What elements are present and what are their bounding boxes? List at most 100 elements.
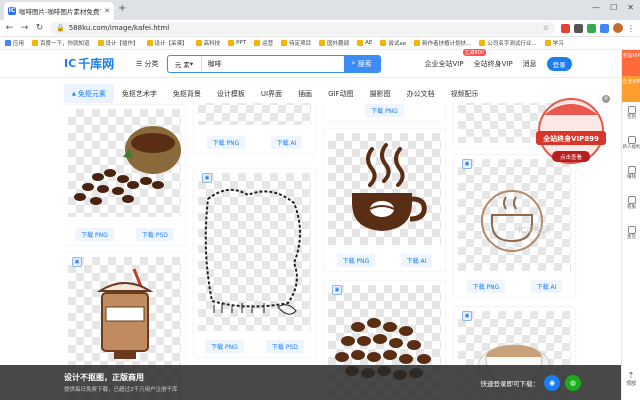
browser-tab[interactable]: IC 咖啡图片-咖啡图片素材免费下载 ✕	[4, 2, 114, 20]
bookmark-item[interactable]: 应用	[5, 39, 24, 47]
enterprise-vip-link[interactable]: 企业全站VIP	[425, 59, 464, 69]
coffee-cup-icon	[352, 143, 427, 231]
window-close-icon[interactable]: ✕	[627, 3, 634, 12]
bookmark-item[interactable]: 运营	[254, 39, 273, 47]
bookmark-item[interactable]: 设计【插作】	[97, 39, 139, 47]
bookmark-item[interactable]: 学习	[544, 39, 564, 47]
category-menu[interactable]: ☰ 分类	[136, 59, 159, 69]
star-icon[interactable]: ☆	[543, 24, 549, 32]
extension-icon[interactable]	[561, 23, 570, 33]
result-card[interactable]: 下载 PNG 下载 PSD	[64, 105, 185, 245]
menu-icon[interactable]: ⋮	[627, 24, 635, 33]
result-card[interactable]: 下载 PNG 下载 AI	[324, 129, 445, 271]
category-tab[interactable]: 视频配乐	[443, 89, 487, 99]
bookmark-item[interactable]: 高科技	[195, 39, 220, 47]
result-card[interactable]: 下载 PNG 下载 AI	[194, 103, 315, 153]
download-png-button[interactable]: 下载 PNG	[466, 280, 506, 293]
download-psd-button[interactable]: 下载 PSD	[135, 228, 174, 241]
search-button[interactable]: ⌕ 搜索	[343, 55, 380, 72]
lifetime-vip-link[interactable]: 全站终身VIP	[474, 59, 513, 69]
category-tab[interactable]: 设计模板	[209, 89, 253, 99]
download-bar: 下载 PNG	[324, 104, 445, 117]
reload-icon[interactable]: ↻	[35, 23, 44, 33]
messages-link[interactable]: 消息	[523, 59, 537, 69]
download-png-button[interactable]: 下载 PNG	[336, 254, 376, 267]
promo-badge-illustration: 全站终身VIP899 点击查看	[536, 98, 606, 164]
download-bar: 下载 PNG 下载 AI	[194, 136, 315, 149]
download-ai-button[interactable]: 下载 AI	[270, 136, 303, 149]
bookmark-item[interactable]: 公司名字测试行业...	[479, 39, 537, 47]
lock-icon: 🔒	[56, 24, 65, 32]
new-tab-icon[interactable]: +	[118, 3, 126, 14]
category-tab[interactable]: GIF动图	[320, 89, 362, 99]
bookmark-item[interactable]: AE	[357, 40, 372, 46]
search-type-select[interactable]: 元 素 ▾	[168, 55, 202, 72]
promo-close-icon[interactable]: ×	[602, 95, 610, 103]
bookmark-item[interactable]: 新作者扶植计划扶...	[414, 39, 471, 47]
forward-icon[interactable]: →	[20, 23, 29, 33]
browser-tabbar: IC 咖啡图片-咖啡图片素材免费下载 ✕ + — ☐ ✕	[0, 0, 640, 20]
category-tab[interactable]: 免抠艺术字	[114, 89, 165, 99]
category-tab[interactable]: 摄影图	[362, 89, 399, 99]
sidebar-item[interactable]: 赚钱	[622, 162, 640, 192]
bookmark-item[interactable]: 尝试ae	[380, 39, 406, 47]
sidebar-item[interactable]: 签到	[622, 102, 640, 132]
sidebar-item[interactable]: 企业VIP	[622, 76, 640, 102]
category-nav: ▲ 免抠元素 免抠艺术字 免抠背景 设计模板 UI界面 插画 GIF动图 摄影图 办公文档 视频配乐	[64, 84, 544, 103]
bookmark-icon	[414, 40, 421, 46]
tab-title: 咖啡图片-咖啡图片素材免费下载	[19, 8, 101, 16]
category-tab[interactable]: 插画	[290, 89, 320, 99]
bookmark-item[interactable]: PPT	[228, 40, 246, 46]
sidebar-item[interactable]: 客服	[622, 192, 640, 222]
back-to-top-button[interactable]: ⇡ 顶部	[621, 365, 640, 400]
extension-icon[interactable]	[587, 23, 596, 33]
download-png-button[interactable]: 下载 PNG	[206, 136, 246, 149]
category-tab[interactable]: UI界面	[253, 89, 290, 99]
result-card[interactable]: 下载 PNG	[324, 103, 445, 121]
promo-button[interactable]: 点击查看	[560, 153, 583, 161]
sidebar-item[interactable]: 意见	[622, 222, 640, 252]
site-header: IC 千库网 ☰ 分类 元 素 ▾ 咖啡 ⌕ 搜索 立减800 企业全站VIP 全…	[0, 48, 621, 78]
category-tab[interactable]: 免抠背景	[165, 89, 209, 99]
bookmark-item[interactable]: 待定项目	[281, 39, 311, 47]
profile-avatar[interactable]	[613, 23, 623, 33]
watermark-text: IC千库网	[518, 225, 550, 235]
sidebar-icon	[627, 166, 636, 174]
download-bar: 下载 PNG 下载 AI	[454, 280, 575, 293]
maximize-icon[interactable]: ☐	[610, 3, 617, 12]
download-ai-button[interactable]: 下载 AI	[400, 254, 433, 267]
search-icon: ⌕	[351, 59, 356, 67]
category-tab[interactable]: 办公文档	[399, 89, 443, 99]
quick-login-label: 快速登录即可下载：	[480, 379, 540, 388]
bookmark-item[interactable]: 国外趣闻	[319, 39, 349, 47]
download-psd-button[interactable]: 下载 PSD	[265, 340, 304, 353]
close-icon[interactable]: ✕	[104, 7, 110, 15]
bookmark-item[interactable]: 设计【采漠】	[146, 39, 188, 47]
qq-login-icon[interactable]: ◉	[544, 374, 560, 391]
sidebar-item[interactable]: 新人福利	[622, 132, 640, 162]
download-ai-button[interactable]: 下载 AI	[530, 280, 563, 293]
search-input[interactable]: 咖啡	[202, 56, 344, 72]
window-controls: — ☐ ✕	[592, 3, 634, 12]
vip-promo-banner[interactable]: 全站终身VIP899 点击查看 ×	[528, 93, 614, 167]
download-png-button[interactable]: 下载 PNG	[365, 104, 404, 117]
extension-icon[interactable]	[574, 23, 583, 33]
bookmark-icon	[357, 40, 364, 46]
coffee-cup-stamp-illustration: IC千库网	[481, 190, 550, 252]
back-icon[interactable]: ←	[5, 23, 14, 33]
download-png-button[interactable]: 下载 PNG	[75, 228, 114, 241]
result-card[interactable]: ▣ 下载 PNG 下载 PSD	[194, 169, 315, 357]
url-field[interactable]: 🔒 588ku.com/image/kafei.html ☆	[50, 21, 555, 35]
logo[interactable]: IC 千库网	[64, 55, 136, 72]
bookmark-item[interactable]: 百度一下，你就知道	[32, 39, 90, 47]
result-card[interactable]: ▣ IC千库网 下载 PNG 下载 AI	[454, 155, 575, 297]
bookmark-icon	[228, 40, 235, 46]
sidebar-item[interactable]: 全站VIP	[622, 50, 640, 76]
extensions: ⋮	[561, 23, 635, 33]
extension-icon[interactable]	[600, 23, 609, 33]
category-tab[interactable]: ▲ 免抠元素	[64, 84, 114, 103]
download-png-button[interactable]: 下载 PNG	[205, 340, 244, 353]
minimize-icon[interactable]: —	[592, 3, 600, 12]
login-button[interactable]: 登录	[546, 56, 572, 71]
wechat-login-icon[interactable]: ◍	[565, 374, 581, 391]
